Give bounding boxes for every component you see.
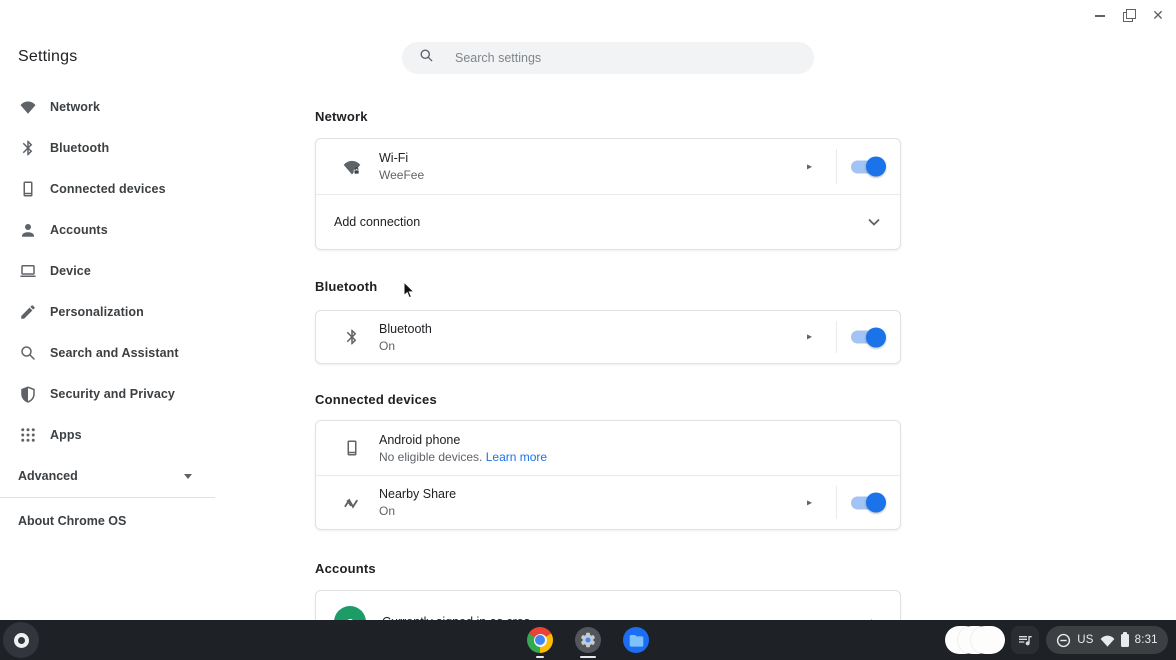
bluetooth-title: Bluetooth (379, 322, 432, 336)
wifi-row[interactable]: Wi-Fi WeeFee ▸ (316, 139, 900, 194)
shelf: US 8:31 (0, 620, 1176, 660)
wifi-subtitle: WeeFee (379, 168, 424, 182)
wifi-toggle[interactable] (851, 160, 884, 173)
sidebar-item-accounts[interactable]: Accounts (0, 209, 244, 250)
sidebar-advanced[interactable]: Advanced (0, 460, 210, 492)
restore-icon[interactable] (1123, 9, 1135, 21)
sidebar-item-device[interactable]: Device (0, 250, 244, 291)
sidebar-item-security-privacy[interactable]: Security and Privacy (0, 373, 244, 414)
do-not-disturb-icon (1056, 633, 1071, 648)
launcher-button[interactable] (3, 622, 39, 658)
nearby-share-toggle[interactable] (851, 496, 884, 509)
pen-icon (18, 302, 38, 322)
media-controls-button[interactable] (1011, 626, 1039, 654)
status-tray[interactable]: US 8:31 (1046, 626, 1168, 654)
nearby-share-subtitle: On (379, 504, 456, 518)
search-icon (419, 48, 434, 68)
bluetooth-row[interactable]: Bluetooth On ▸ (316, 311, 900, 363)
sidebar-item-apps[interactable]: Apps (0, 414, 244, 455)
network-card: Wi-Fi WeeFee ▸ Add connection (315, 138, 901, 250)
section-heading-connected-devices: Connected devices (315, 392, 437, 407)
android-phone-row[interactable]: Android phone No eligible devices. Learn… (316, 421, 900, 475)
clock: 8:31 (1135, 634, 1158, 646)
shield-icon (18, 384, 38, 404)
chevron-down-icon (184, 474, 192, 479)
bluetooth-subtitle: On (379, 339, 432, 353)
sidebar-about-chrome-os[interactable]: About Chrome OS (18, 514, 126, 528)
mouse-cursor (403, 281, 416, 305)
add-connection-label: Add connection (334, 215, 420, 229)
search-bar[interactable] (402, 42, 814, 74)
battery-icon (1121, 634, 1129, 647)
apps-grid-icon (18, 425, 38, 445)
android-phone-title: Android phone (379, 433, 547, 447)
running-indicator (536, 656, 544, 659)
section-heading-network: Network (315, 109, 368, 124)
keyboard-layout: US (1077, 634, 1093, 646)
queue-music-icon (1017, 632, 1033, 648)
search-input[interactable] (455, 51, 755, 65)
running-indicator (580, 656, 596, 659)
bluetooth-icon (341, 326, 363, 348)
shelf-apps (527, 620, 649, 660)
minimize-icon[interactable] (1094, 9, 1106, 21)
add-connection-row[interactable]: Add connection (316, 195, 900, 249)
phone-icon (341, 437, 363, 459)
nearby-share-title: Nearby Share (379, 487, 456, 501)
phone-icon (18, 179, 38, 199)
window-controls: ✕ (1094, 8, 1164, 22)
learn-more-link[interactable]: Learn more (486, 450, 547, 464)
sidebar-divider (0, 497, 215, 498)
row-divider (836, 321, 837, 353)
files-app-icon[interactable] (623, 627, 649, 653)
nearby-share-icon (341, 492, 363, 514)
settings-app-icon[interactable] (575, 627, 601, 653)
sidebar-item-network[interactable]: Network (0, 86, 244, 127)
section-heading-accounts: Accounts (315, 561, 376, 576)
wifi-lock-icon (341, 156, 363, 178)
laptop-icon (18, 261, 38, 281)
wifi-title: Wi-Fi (379, 151, 424, 165)
android-phone-subtitle: No eligible devices. (379, 450, 482, 464)
chevron-down-icon[interactable] (868, 213, 880, 231)
close-icon[interactable]: ✕ (1152, 9, 1164, 21)
notification-stack[interactable] (945, 626, 1005, 654)
launcher-icon (14, 633, 29, 648)
chevron-right-icon[interactable]: ▸ (807, 161, 812, 172)
bluetooth-icon (18, 138, 38, 158)
bluetooth-toggle[interactable] (851, 331, 884, 344)
wifi-icon (18, 97, 38, 117)
sidebar-item-search-assistant[interactable]: Search and Assistant (0, 332, 244, 373)
chrome-app-icon[interactable] (527, 627, 553, 653)
chevron-right-icon[interactable]: ▸ (807, 497, 812, 508)
notification-card (971, 626, 1005, 654)
chevron-right-icon[interactable]: ▸ (807, 332, 812, 343)
sidebar-item-bluetooth[interactable]: Bluetooth (0, 127, 244, 168)
page-title: Settings (18, 48, 77, 66)
row-divider (836, 486, 837, 519)
sidebar-item-connected-devices[interactable]: Connected devices (0, 168, 244, 209)
bluetooth-card: Bluetooth On ▸ (315, 310, 901, 364)
sidebar-nav: Network Bluetooth Connected devices Acco… (0, 86, 244, 455)
connected-devices-card: Android phone No eligible devices. Learn… (315, 420, 901, 530)
sidebar-item-personalization[interactable]: Personalization (0, 291, 244, 332)
wifi-status-icon (1100, 634, 1115, 647)
search-icon (18, 343, 38, 363)
section-heading-bluetooth: Bluetooth (315, 279, 377, 294)
row-divider (836, 149, 837, 184)
person-icon (18, 220, 38, 240)
nearby-share-row[interactable]: Nearby Share On ▸ (316, 476, 900, 529)
